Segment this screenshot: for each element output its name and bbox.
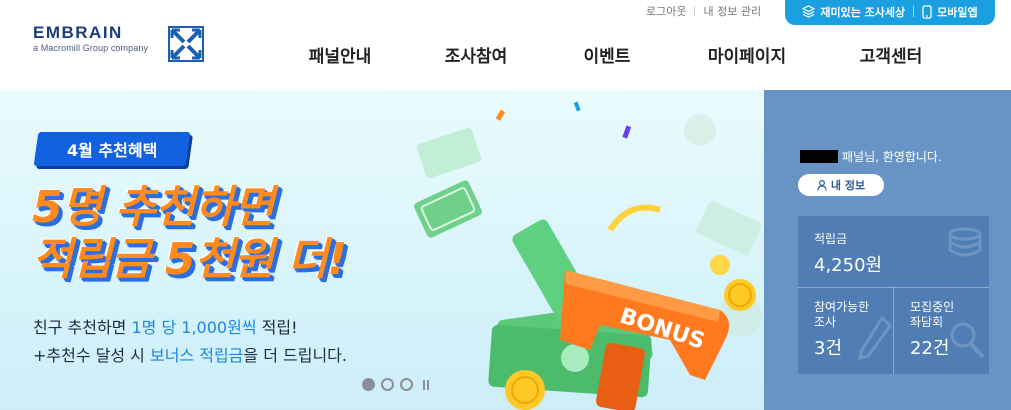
desc-text: 적립!: [256, 318, 298, 337]
redacted-username: [800, 150, 838, 163]
recruiting-groups-label-1: 모집중인: [910, 300, 955, 314]
mobile-app-label: 모바일앱: [937, 5, 978, 19]
my-info-manage-link[interactable]: 내 정보 관리: [703, 3, 761, 19]
carousel-pagination: [362, 378, 429, 391]
nav-item-survey[interactable]: 조사참여: [410, 42, 542, 67]
desc-text: +추천수 달성 시: [33, 346, 150, 365]
welcome-text: 패널님, 환영합니다.: [842, 150, 942, 164]
mobile-app-link[interactable]: 모바일앱: [916, 4, 983, 20]
my-info-button[interactable]: 내 정보: [798, 174, 884, 196]
nav-item-event[interactable]: 이벤트: [542, 42, 672, 67]
divider: [913, 6, 915, 17]
nav-item-mypage[interactable]: 마이페이지: [672, 42, 822, 67]
available-surveys-stat[interactable]: 참여가능한 조사 3건: [814, 300, 869, 360]
utility-links: 로그아웃 내 정보 관리: [646, 3, 761, 19]
my-info-label: 내 정보: [830, 179, 866, 192]
carousel-dot-1[interactable]: [362, 378, 375, 391]
available-surveys-value: 3건: [814, 338, 843, 359]
mobile-phone-icon: [922, 4, 932, 19]
brand-logo[interactable]: EMBRAIN a Macromill Group company: [33, 23, 149, 54]
hero-description: 친구 추천하면 1명 당 1,000원씩 적립! +추천수 달성 시 보너스 적…: [33, 314, 347, 370]
promo-badge-label: 4월 추천혜택: [66, 141, 158, 160]
member-panel: 패널님, 환영합니다. 내 정보 적립금 4,250원 참여가능한 조사 3건 …: [764, 90, 1011, 410]
available-surveys-label-2: 조사: [814, 315, 837, 329]
available-surveys-label-1: 참여가능한: [814, 300, 870, 314]
headline-line-2: 적립금 5천원 더!: [32, 234, 347, 285]
desc-text: 친구 추천하면: [33, 318, 132, 337]
desc-highlight: 보너스 적립금: [149, 346, 244, 365]
divider: [694, 6, 696, 16]
promo-badge: 4월 추천혜택: [33, 132, 191, 166]
hero-headline: 5명 추천하면 적립금 5천원 더!: [32, 182, 347, 286]
brand-tagline: a Macromill Group company: [33, 43, 149, 53]
logout-link[interactable]: 로그아웃: [646, 3, 686, 19]
points-label: 적립금: [814, 232, 848, 246]
desc-text: 을 더 드립니다.: [243, 346, 347, 365]
user-icon: [817, 179, 827, 191]
divider: [893, 287, 894, 374]
description-line-2: +추천수 달성 시 보너스 적립금을 더 드립니다.: [33, 342, 347, 370]
points-stat[interactable]: 적립금 4,250원: [814, 232, 882, 277]
coins-icon: [948, 227, 982, 257]
carousel-pause-icon[interactable]: [423, 379, 429, 390]
welcome-message: 패널님, 환영합니다.: [800, 148, 942, 165]
main-nav: 패널안내 조사참여 이벤트 마이페이지 고객센터: [270, 42, 960, 67]
brand-name: EMBRAIN: [33, 23, 123, 42]
nav-item-panel-guide[interactable]: 패널안내: [270, 42, 410, 67]
fun-survey-link[interactable]: 재미있는 조사세상: [796, 4, 911, 20]
carousel-dot-2[interactable]: [381, 378, 394, 391]
headline-line-1: 5명 추천하면: [32, 182, 274, 233]
fun-survey-label: 재미있는 조사세상: [820, 5, 906, 19]
recruiting-groups-value: 22건: [910, 338, 950, 359]
carousel-dot-3[interactable]: [400, 378, 413, 391]
description-line-1: 친구 추천하면 1명 당 1,000원씩 적립!: [33, 314, 347, 342]
stats-box: 적립금 4,250원 참여가능한 조사 3건 모집중인 좌담회 22건: [798, 216, 989, 374]
bonus-money-illustration: BONUS: [414, 101, 762, 410]
embrain-logo-mark-icon[interactable]: [168, 26, 204, 62]
hero-banner[interactable]: BONUS 4월 추천혜택 5명 추천하면 적립금 5천원 더! 친구 추천하면…: [0, 90, 764, 410]
recruiting-groups-stat[interactable]: 모집중인 좌담회 22건: [910, 300, 954, 360]
layers-icon: [802, 5, 816, 18]
points-value: 4,250원: [814, 255, 883, 276]
desc-highlight: 1명 당 1,000원씩: [131, 318, 257, 337]
top-pill-bar: 재미있는 조사세상 모바일앱: [785, 0, 995, 25]
site-header: EMBRAIN a Macromill Group company 로그아웃 내…: [0, 0, 1011, 90]
nav-item-support[interactable]: 고객센터: [822, 42, 960, 67]
recruiting-groups-label-2: 좌담회: [910, 315, 944, 329]
